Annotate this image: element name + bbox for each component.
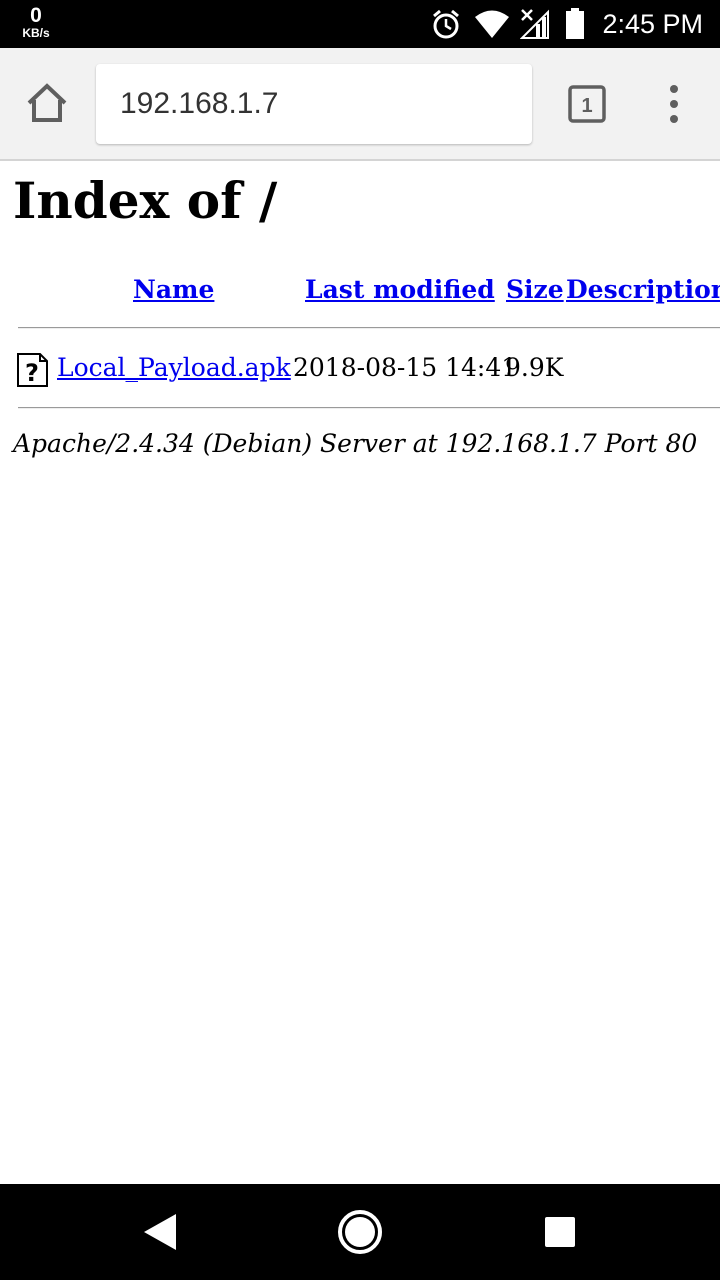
battery-icon (566, 8, 584, 39)
overflow-menu-icon[interactable] (660, 84, 688, 124)
column-header-name[interactable]: Name (133, 275, 214, 304)
recents-icon[interactable] (536, 1208, 584, 1256)
back-icon[interactable] (136, 1208, 184, 1256)
tab-count: 1 (581, 95, 592, 117)
home-icon[interactable] (24, 80, 70, 126)
page-title: Index of / (13, 171, 278, 230)
signal-off-icon (520, 9, 549, 39)
column-header-last-modified[interactable]: Last modified (305, 275, 495, 304)
status-bar: 0 KB/s 2:45 PM (0, 0, 720, 48)
unknown-file-icon: ? (17, 353, 48, 387)
browser-toolbar: 1 (0, 48, 720, 161)
home-circle-icon[interactable] (336, 1208, 384, 1256)
wifi-icon (475, 10, 509, 38)
alarm-icon (433, 9, 459, 39)
network-speed: 0 KB/s (16, 5, 56, 39)
divider-top (18, 327, 720, 329)
clock: 2:45 PM (602, 9, 703, 39)
server-signature: Apache/2.4.34 (Debian) Server at 192.168… (13, 429, 698, 458)
svg-text:?: ? (25, 359, 39, 387)
address-bar[interactable] (96, 64, 532, 144)
file-last-modified: 2018-08-15 14:41 (293, 353, 518, 382)
tab-switcher-icon[interactable]: 1 (568, 85, 606, 123)
url-input[interactable] (120, 64, 520, 144)
page-content: Index of / Name Last modified Size Descr… (0, 163, 720, 1184)
column-header-size[interactable]: Size (506, 275, 564, 304)
navigation-bar (0, 1184, 720, 1280)
network-speed-value: 0 (30, 4, 42, 27)
file-size: 9.9K (505, 353, 564, 382)
network-speed-unit: KB/s (22, 26, 50, 40)
divider-bottom (18, 407, 720, 409)
column-header-description[interactable]: Description (566, 275, 720, 304)
file-link[interactable]: Local_Payload.apk (57, 353, 291, 382)
